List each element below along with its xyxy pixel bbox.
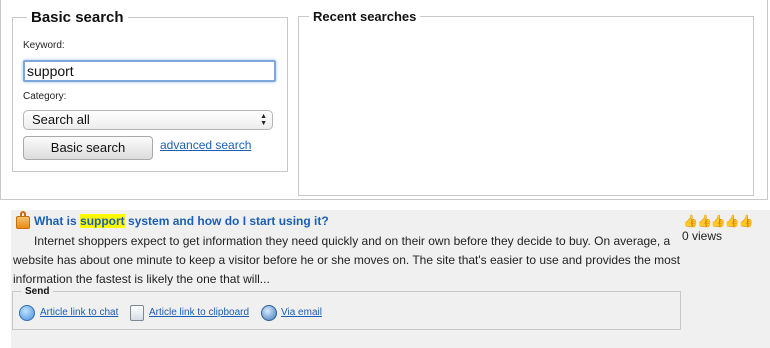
recent-searches-legend: Recent searches: [313, 9, 417, 24]
recent-searches-box: Recent searches: [298, 9, 754, 196]
category-select[interactable]: Search all ▲ ▼: [23, 110, 273, 130]
keyword-input[interactable]: [23, 60, 276, 82]
send-legend: Send: [25, 286, 50, 297]
advanced-search-link[interactable]: advanced search: [160, 138, 251, 152]
result-title-highlight: support: [80, 214, 125, 228]
select-arrows-icon: ▲ ▼: [260, 113, 267, 127]
clipboard-icon[interactable]: [130, 305, 144, 321]
keyword-label: Keyword:: [23, 40, 65, 51]
article-link-to-chat[interactable]: Article link to chat: [40, 307, 118, 318]
category-select-value: Search all: [32, 112, 90, 127]
via-email-link[interactable]: Via email: [281, 307, 322, 318]
rating-thumbs-icon[interactable]: 👍👍👍👍👍: [683, 214, 754, 228]
article-link-to-clipboard[interactable]: Article link to clipboard: [149, 307, 249, 318]
result-description: Internet shoppers expect to get informat…: [13, 234, 681, 286]
result-title-before: What is: [34, 214, 81, 228]
lock-icon: [16, 211, 30, 229]
result-title-link[interactable]: What is support system and how do I star…: [34, 214, 329, 228]
result-title-after: system and how do I start using it?: [124, 214, 329, 228]
category-label: Category:: [23, 91, 67, 102]
basic-search-legend: Basic search: [31, 9, 124, 26]
email-icon[interactable]: [261, 305, 277, 321]
basic-search-button[interactable]: Basic search: [23, 136, 153, 160]
chat-icon[interactable]: [19, 305, 35, 321]
view-count: 0 views: [682, 229, 723, 243]
